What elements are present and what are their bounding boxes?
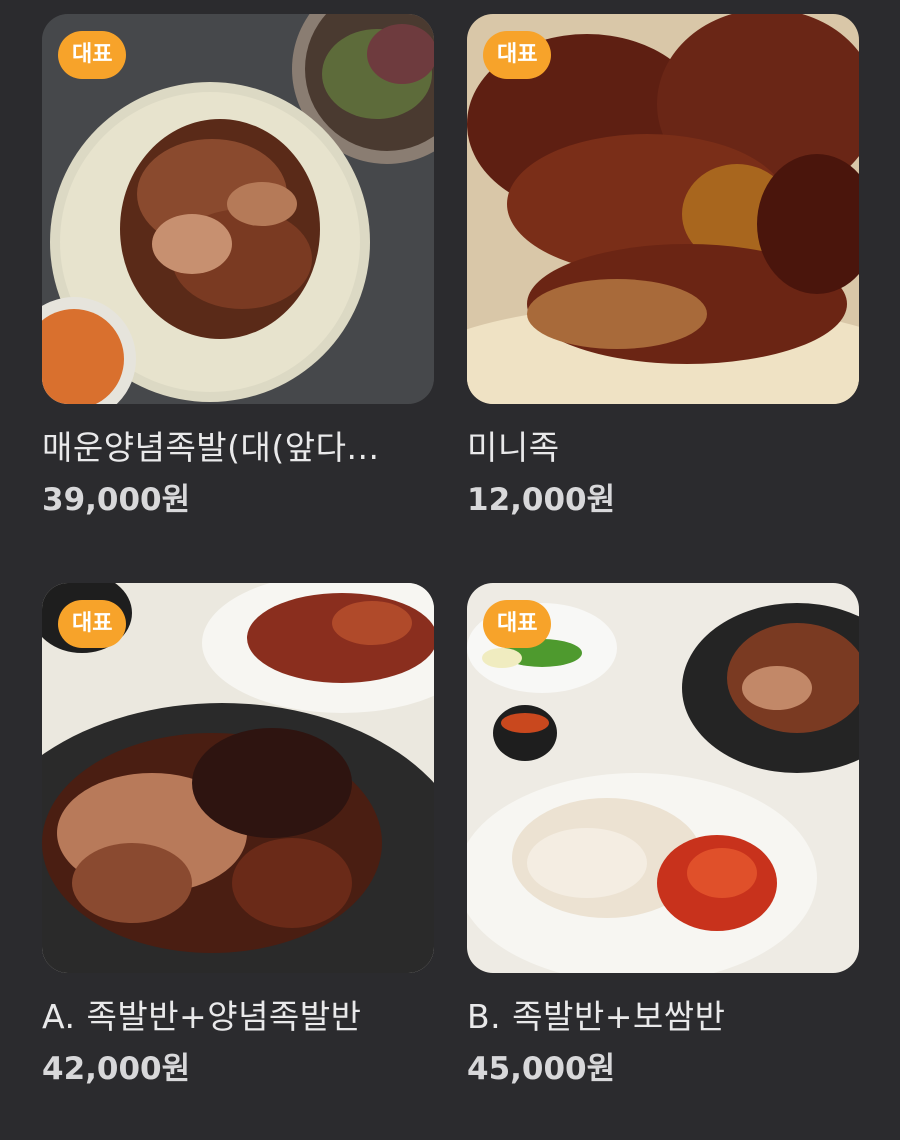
product-image[interactable]: 대표 bbox=[467, 583, 859, 973]
signature-badge: 대표 bbox=[58, 600, 127, 648]
signature-badge: 대표 bbox=[483, 600, 552, 648]
product-image[interactable]: 대표 bbox=[42, 14, 434, 404]
product-price: 12,000원 bbox=[467, 482, 616, 518]
product-price: 42,000원 bbox=[42, 1051, 191, 1087]
product-name[interactable]: A. 족발반+양념족발반 bbox=[42, 995, 434, 1039]
product-grid: 대표 매운양념족발(대(앞다... 39,000원 대표 미니족 12,000원 bbox=[0, 0, 900, 1140]
product-image[interactable]: 대표 bbox=[467, 14, 859, 404]
product-card[interactable]: 대표 A. 족발반+양념족발반 42,000원 bbox=[42, 583, 434, 1089]
signature-badge: 대표 bbox=[58, 31, 127, 79]
product-price: 39,000원 bbox=[42, 482, 191, 518]
product-name[interactable]: B. 족발반+보쌈반 bbox=[467, 995, 859, 1039]
product-name[interactable]: 매운양념족발(대(앞다... bbox=[42, 426, 434, 470]
product-price: 45,000원 bbox=[467, 1051, 616, 1087]
product-card[interactable]: 대표 매운양념족발(대(앞다... 39,000원 bbox=[42, 14, 434, 520]
product-name[interactable]: 미니족 bbox=[467, 426, 859, 470]
signature-badge: 대표 bbox=[483, 31, 552, 79]
product-card[interactable]: 대표 미니족 12,000원 bbox=[467, 14, 859, 520]
product-card[interactable]: 대표 B. 족발반+보쌈반 45,000원 bbox=[467, 583, 859, 1089]
product-image[interactable]: 대표 bbox=[42, 583, 434, 973]
